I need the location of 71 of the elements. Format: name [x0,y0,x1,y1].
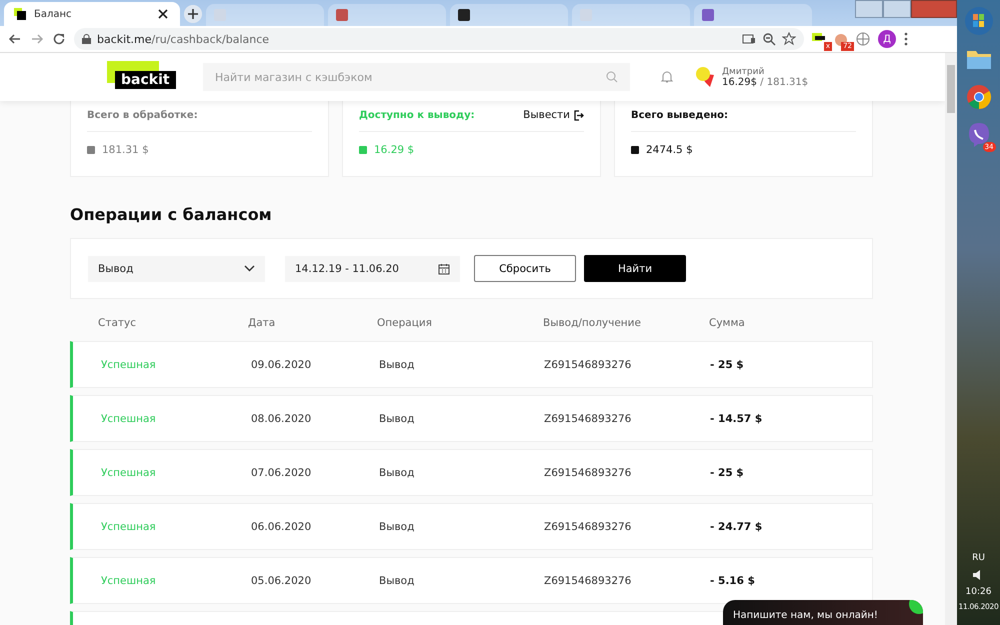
card-value: 16.29 $ [374,144,414,156]
status-cell-text: Успешная [101,520,157,532]
date-cell-text: 09.06.2020 [251,358,312,370]
chevron-down-icon [244,265,255,272]
status-cell-text: Успешная [101,466,157,478]
card-label: Всего выведено: [631,110,728,120]
account-cell-text: Z691546893276 [544,520,632,532]
cast-icon[interactable] [742,32,756,46]
profile-avatar[interactable]: Д [878,30,896,48]
star-icon[interactable] [782,32,796,46]
column-header: Дата [248,317,276,329]
date-cell-text: 05.06.2020 [251,574,312,586]
close-icon[interactable] [156,7,170,21]
column-header: Сумма [709,317,746,329]
find-button[interactable]: Найти [584,255,686,282]
account-cell-text: Z691546893276 [544,466,632,478]
clock-time: 10:26 [966,587,992,597]
date-cell-text: 06.06.2020 [251,520,312,532]
section-title: Операции с балансом [70,205,273,224]
type-dropdown[interactable]: Вывод [88,256,265,282]
zoom-icon[interactable] [762,32,776,46]
status-cell-text: Успешная [101,574,157,586]
reset-button[interactable]: Сбросить [474,255,576,282]
account-cell-text: Z691546893276 [544,358,632,370]
user-name: Дмитрий [722,66,766,76]
date-cell-text: 07.06.2020 [251,466,312,478]
site-favicon [14,8,26,20]
scrollbar[interactable] [945,53,957,625]
card-value: 181.31 $ [102,144,149,156]
column-header: Статус [98,317,137,329]
menu-icon[interactable] [904,32,908,46]
card-label: Доступно к выводу: [359,110,475,120]
amount-cell-text: - 24.77 $ [710,520,764,532]
operation-cell-text: Вывод [379,574,416,586]
status-cell-text: Успешная [101,412,157,424]
operation-cell-text: Вывод [379,412,416,424]
exit-arrow-icon [573,110,584,120]
browser-tab[interactable] [450,4,568,26]
lock-icon [82,34,91,44]
withdraw-link[interactable]: Вывести [523,109,584,121]
globe-icon[interactable] [856,32,870,46]
account-cell-text: Z691546893276 [544,412,632,424]
account-cell-text: Z691546893276 [544,574,632,586]
column-header: Вывод/получение [543,317,642,329]
operation-cell-text: Вывод [379,358,416,370]
language-indicator[interactable]: RU [972,553,985,563]
browser-tab[interactable]: Баланс [4,2,180,26]
amount-cell-text: - 25 $ [710,358,745,370]
back-icon[interactable] [8,32,22,46]
card-label: Всего в обработке: [87,110,198,120]
operation-cell-text: Вывод [379,466,416,478]
coin-avatar-icon[interactable] [694,65,716,89]
column-header: Операция [377,317,433,329]
forward-icon[interactable] [30,32,44,46]
amount-cell-text: - 14.57 $ [710,412,764,424]
operation-cell-text: Вывод [379,520,416,532]
chat-widget[interactable]: Напишите нам, мы онлайн! [723,600,923,625]
new-tab-icon[interactable] [184,5,202,23]
calendar-icon[interactable] [438,262,450,274]
status-cell-text: Успешная [101,358,157,370]
card-value: 2474.5 $ [646,144,693,156]
date-cell-text: 08.06.2020 [251,412,312,424]
amount-cell-text: - 25 $ [710,466,745,478]
date-range-field[interactable]: 14.12.19 - 11.06.20 [285,256,460,282]
logo[interactable]: backit [107,61,183,93]
address-bar[interactable]: backit.me/ru/cashback/balance [74,28,804,50]
amount-cell-text: - 5.16 $ [710,574,756,586]
user-balance: 16.29$ / 181.31$ [722,76,808,88]
reload-icon[interactable] [52,32,66,46]
bell-icon[interactable] [660,70,674,84]
start-orb-icon[interactable] [964,6,994,36]
